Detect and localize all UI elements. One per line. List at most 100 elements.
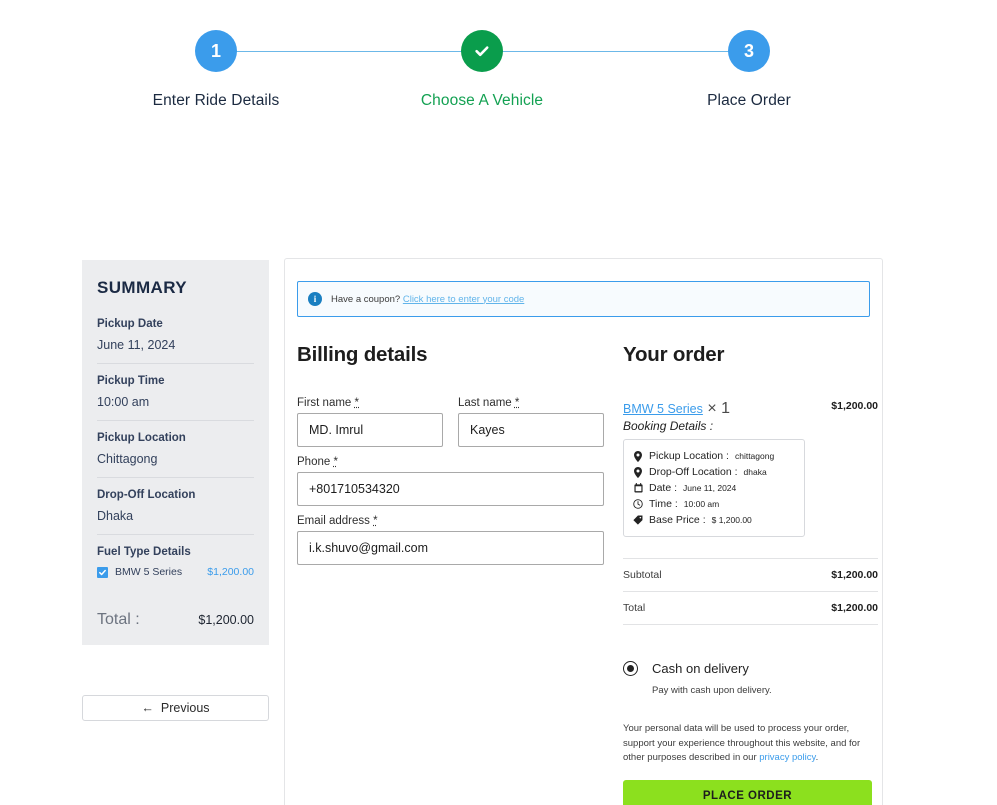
first-name-label: First name *	[297, 397, 443, 409]
summary-dropoff-location-value: Dhaka	[97, 509, 134, 523]
checkbox-checked-icon[interactable]	[97, 566, 108, 578]
checkout-columns: Billing details First name * Las	[297, 317, 878, 805]
first-name-required: *	[354, 397, 360, 409]
booking-row-pickup-location: Pickup Location : chittagong	[633, 448, 794, 464]
step-2-circle[interactable]	[461, 30, 503, 72]
info-icon: i	[308, 292, 322, 306]
radio-selected-icon[interactable]	[623, 661, 638, 676]
calendar-icon	[633, 483, 643, 493]
summary-total-row: Total : $1,200.00	[97, 611, 254, 629]
summary-title: SUMMARY	[97, 278, 187, 297]
place-order-button[interactable]: PLACE ORDER	[623, 780, 872, 805]
booking-row-dropoff-location: Drop-Off Location : dhaka	[633, 464, 794, 480]
first-name-label-text: First name	[297, 397, 352, 409]
check-icon	[472, 41, 492, 61]
summary-fuel-type-label: Fuel Type Details	[97, 546, 191, 558]
booking-row-time-key: Time :	[649, 498, 678, 510]
total-value: $1,200.00	[831, 602, 878, 614]
total-row: Total $1,200.00	[623, 592, 878, 625]
stepper-step-2[interactable]: Choose A Vehicle	[382, 30, 582, 110]
billing-column: Billing details First name * Las	[297, 317, 604, 805]
phone-label-text: Phone	[297, 456, 331, 468]
booking-row-time-value: 10:00 am	[683, 499, 720, 509]
booking-row-base-price-value: $ 1,200.00	[711, 515, 752, 525]
payment-method-label: Cash on delivery	[652, 661, 749, 676]
subtotal-label: Subtotal	[623, 569, 662, 581]
booking-row-time: Time : 10:00 am	[633, 496, 794, 512]
map-pin-icon	[633, 466, 643, 478]
name-row: First name * Last name *	[297, 397, 604, 456]
summary-pickup-date-value: June 11, 2024	[97, 338, 176, 352]
step-3-circle[interactable]: 3	[728, 30, 770, 72]
coupon-text: Have a coupon? Click here to enter your …	[331, 294, 524, 305]
summary-dropoff-location-label: Drop-Off Location	[97, 489, 196, 501]
checkout-stepper: 1 Enter Ride Details Choose A Vehicle 3 …	[0, 0, 997, 120]
summary-pickup-location-label: Pickup Location	[97, 432, 186, 444]
step-3-label: Place Order	[707, 92, 791, 109]
summary-total-value: $1,200.00	[198, 613, 254, 627]
last-name-label: Last name *	[458, 397, 604, 409]
booking-row-base-price: Base Price : $ 1,200.00	[633, 512, 794, 528]
phone-field[interactable]	[297, 472, 604, 506]
summary-pickup-location-value: Chittagong	[97, 452, 158, 466]
email-label: Email address *	[297, 515, 604, 527]
summary-pickup-location: Pickup Location Chittagong	[97, 420, 254, 477]
payment-methods: Cash on delivery Pay with cash upon deli…	[623, 661, 878, 696]
phone-label: Phone *	[297, 456, 604, 468]
booking-details-box: Pickup Location : chittagong Drop-Off Lo…	[623, 439, 805, 537]
arrow-left-icon: ←	[141, 701, 154, 715]
stepper-step-1[interactable]: 1 Enter Ride Details	[116, 30, 316, 110]
order-item-qty: × 1	[707, 400, 731, 417]
summary-fuel-type: Fuel Type Details BMW 5 Series $1,200.00	[97, 534, 254, 589]
payment-method-description: Pay with cash upon delivery.	[652, 685, 772, 696]
coupon-link[interactable]: Click here to enter your code	[403, 294, 524, 305]
previous-button-sidebar-label: Previous	[160, 701, 210, 715]
summary-pickup-time-label: Pickup Time	[97, 375, 165, 387]
email-field[interactable]	[297, 531, 604, 565]
first-name-field[interactable]	[297, 413, 443, 447]
step-1-label: Enter Ride Details	[152, 92, 280, 109]
booking-row-date-key: Date :	[649, 482, 678, 494]
booking-row-dropoff-location-key: Drop-Off Location :	[649, 466, 738, 478]
summary-panel: SUMMARY Pickup Date June 11, 2024 Pickup…	[82, 260, 269, 645]
booking-row-date: Date : June 11, 2024	[633, 480, 794, 496]
step-1-number: 1	[210, 40, 221, 61]
summary-fuel-name: BMW 5 Series	[115, 566, 183, 578]
email-label-text: Email address	[297, 515, 370, 527]
last-name-group: Last name *	[458, 397, 604, 447]
summary-dropoff-location: Drop-Off Location Dhaka	[97, 477, 254, 534]
summary-pickup-date: Pickup Date June 11, 2024	[97, 318, 254, 363]
last-name-label-text: Last name	[458, 397, 512, 409]
summary-pickup-time-value: 10:00 am	[97, 395, 150, 409]
previous-button-sidebar[interactable]: ← Previous	[82, 695, 269, 721]
order-item-price: $1,200.00	[831, 400, 878, 412]
booking-row-pickup-location-value: chittagong	[734, 451, 775, 461]
phone-required: *	[333, 456, 338, 468]
summary-total-label: Total :	[97, 611, 140, 628]
tag-icon	[633, 515, 643, 525]
first-name-group: First name *	[297, 397, 443, 447]
map-pin-icon	[633, 450, 643, 462]
billing-form: First name * Last name *	[297, 397, 604, 565]
booking-row-dropoff-location-value: dhaka	[743, 467, 767, 477]
summary-fuel-price: $1,200.00	[207, 566, 254, 578]
summary-fuel-row[interactable]: BMW 5 Series $1,200.00	[97, 566, 254, 578]
payment-method-cash-on-delivery[interactable]: Cash on delivery	[623, 661, 878, 676]
email-required: *	[373, 515, 378, 527]
last-name-required: *	[514, 397, 520, 409]
last-name-field[interactable]	[458, 413, 604, 447]
checkout-panel: i Have a coupon? Click here to enter you…	[284, 258, 883, 805]
stepper-step-3[interactable]: 3 Place Order	[649, 30, 849, 110]
summary-pickup-date-label: Pickup Date	[97, 318, 163, 330]
coupon-notice: i Have a coupon? Click here to enter you…	[297, 281, 870, 317]
booking-row-base-price-key: Base Price :	[649, 514, 706, 526]
privacy-text-before: Your personal data will be used to proce…	[623, 723, 861, 764]
order-item-info: BMW 5 Series × 1 Booking Details :	[623, 400, 730, 433]
privacy-policy-link[interactable]: privacy policy	[759, 752, 815, 763]
order-item-name-link[interactable]: BMW 5 Series	[623, 402, 703, 416]
step-1-circle[interactable]: 1	[195, 30, 237, 72]
order-line-item: BMW 5 Series × 1 Booking Details : $1,20…	[623, 400, 878, 433]
billing-title: Billing details	[297, 343, 428, 366]
summary-pickup-time: Pickup Time 10:00 am	[97, 363, 254, 420]
subtotal-row: Subtotal $1,200.00	[623, 559, 878, 592]
